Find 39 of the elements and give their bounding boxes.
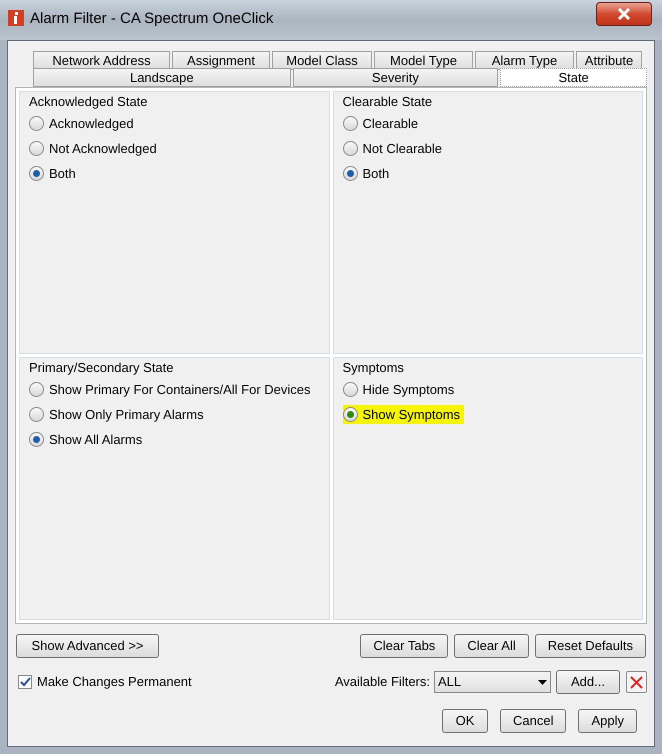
add-button[interactable]: Add... <box>556 670 620 694</box>
radio-option[interactable]: Hide Symptoms <box>342 380 458 400</box>
tab[interactable]: Alarm Type <box>475 51 574 70</box>
close-button[interactable] <box>596 2 652 26</box>
tab[interactable]: Severity <box>292 68 498 87</box>
radio-option[interactable]: Not Acknowledged <box>29 138 161 158</box>
tab[interactable]: Landscape <box>33 68 291 87</box>
close-icon <box>617 8 631 20</box>
radio-option[interactable]: Show Only Primary Alarms <box>29 404 208 424</box>
group-title: Symptoms <box>342 359 405 377</box>
close-icon <box>630 676 643 688</box>
dialog-button[interactable]: Apply <box>578 709 637 733</box>
filters-label: Available Filters: <box>334 673 430 692</box>
permanent-checkbox[interactable]: Make Changes Permanent <box>18 672 192 692</box>
group-title: Primary/Secondary State <box>29 359 175 377</box>
radio-option[interactable]: Show Primary For Containers/All For Devices <box>29 380 315 400</box>
radio-option[interactable]: Show Symptoms <box>342 404 464 424</box>
action-button[interactable]: Clear All <box>454 634 529 658</box>
action-button[interactable]: Reset Defaults <box>534 634 646 658</box>
window-title: Alarm Filter - CA Spectrum OneClick <box>30 9 274 29</box>
dialog-button[interactable]: Cancel <box>500 709 566 733</box>
radio-option[interactable]: Not Clearable <box>342 138 446 158</box>
show-advanced-button[interactable]: Show Advanced >> <box>16 634 159 658</box>
app-icon <box>8 10 24 26</box>
radio-option[interactable]: Acknowledged <box>29 114 138 134</box>
delete-button[interactable] <box>626 671 647 693</box>
dialog-button[interactable]: OK <box>442 709 488 733</box>
radio-option[interactable]: Show All Alarms <box>29 430 146 450</box>
checkmark-icon <box>20 677 30 687</box>
filters-dropdown[interactable]: ALL <box>434 671 551 693</box>
caret-icon <box>538 680 547 684</box>
radio-option[interactable]: Both <box>29 164 80 184</box>
radio-option[interactable]: Both <box>342 164 394 184</box>
group-title: Acknowledged State <box>29 93 149 111</box>
radio-option[interactable]: Clearable <box>342 114 422 134</box>
tab[interactable]: Model Class <box>272 51 372 70</box>
action-button[interactable]: Clear Tabs <box>360 634 448 658</box>
tab[interactable]: State <box>500 68 647 87</box>
group-title: Clearable State <box>342 93 434 111</box>
